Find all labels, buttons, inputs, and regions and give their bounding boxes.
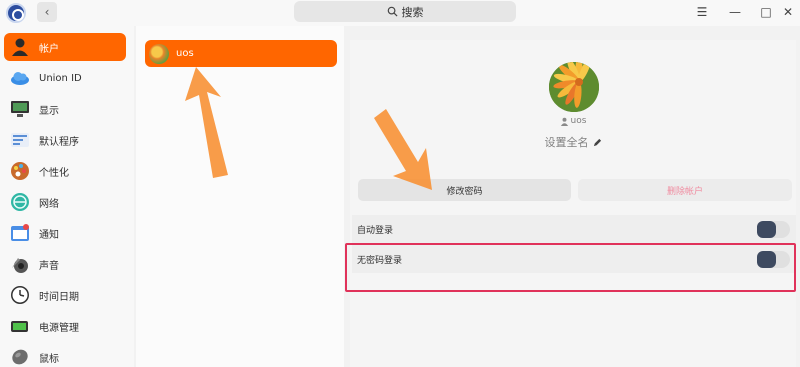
search-icon [387,6,398,17]
change-password-button[interactable]: 修改密码 [358,179,571,201]
sidebar-item-label: 显示 [39,105,59,117]
username-display: uos [350,116,796,126]
toggle-knob [757,220,776,238]
back-button[interactable]: ‹ [37,2,57,22]
title-bar: ‹ 搜索 ☰ — □ ✕ [0,0,800,26]
sidebar-item-label: 声音 [39,260,59,272]
auto-login-label: 自动登录 [357,225,394,236]
sidebar-item-label: 电源管理 [39,322,79,334]
account-icon [10,37,30,57]
user-list-item[interactable]: uos [145,40,337,67]
sidebar-item-account[interactable]: 帐户 [4,33,126,61]
sidebar-item-display[interactable]: 显示 [4,95,126,123]
default-apps-icon [10,130,30,150]
battery-icon [10,316,30,336]
avatar[interactable] [549,62,599,112]
auto-login-row: 自动登录 [352,215,796,243]
sidebar-item-label: Union ID [39,72,82,84]
account-detail-panel: uos 设置全名 修改密码 删除帐户 自动登录 无密码登录 [350,40,796,367]
sidebar-item-label: 默认程序 [39,136,79,148]
highlight-annotation [345,243,796,292]
sidebar-item-label: 鼠标 [39,353,59,365]
palette-icon [10,161,30,181]
clock-icon [10,285,30,305]
sidebar-item-label: 帐户 [39,43,59,55]
sidebar-item-notification[interactable]: 通知 [4,219,126,247]
user-name-label: uos [176,48,194,59]
sidebar-item-default-apps[interactable]: 默认程序 [4,126,126,154]
sidebar-item-datetime[interactable]: 时间日期 [4,281,126,309]
monitor-icon [10,99,30,119]
sidebar-item-mouse[interactable]: 鼠标 [4,343,126,367]
sidebar-item-label: 网络 [39,198,59,210]
username-label: uos [570,116,587,126]
user-list-panel: uos [136,26,344,367]
notification-icon [10,223,30,243]
delete-account-button[interactable]: 删除帐户 [578,179,792,201]
menu-button[interactable]: ☰ [692,2,712,22]
cloud-icon [10,68,30,88]
search-placeholder: 搜索 [401,5,424,19]
sidebar-item-personalization[interactable]: 个性化 [4,157,126,185]
avatar [149,43,169,64]
minimize-icon: — [729,5,741,19]
menu-icon: ☰ [696,5,708,19]
network-icon [10,192,30,212]
close-button[interactable]: ✕ [778,2,798,22]
close-icon: ✕ [782,5,794,19]
minimize-button[interactable]: — [725,2,745,22]
sidebar-item-power[interactable]: 电源管理 [4,312,126,340]
sidebar-item-label: 通知 [39,229,59,241]
chevron-left-icon: ‹ [44,5,50,19]
speaker-icon [10,254,30,274]
search-input[interactable]: 搜索 [294,1,516,22]
sidebar-item-sound[interactable]: 声音 [4,250,126,278]
sidebar-item-network[interactable]: 网络 [4,188,126,216]
auto-login-toggle[interactable] [757,220,790,238]
sidebar-item-label: 个性化 [39,167,69,179]
pencil-icon[interactable] [593,138,602,147]
sidebar-item-label: 时间日期 [39,291,79,303]
maximize-icon: □ [760,5,772,19]
maximize-button[interactable]: □ [756,2,776,22]
mouse-icon [10,347,30,367]
sidebar: 帐户 Union ID 显示 默认程序 个性化 网络 通知 声音 时间日期 电源… [0,26,134,367]
user-icon [560,117,568,126]
app-logo-icon [6,3,26,23]
fullname-placeholder: 设置全名 [544,136,589,149]
sidebar-item-union-id[interactable]: Union ID [4,64,126,92]
fullname-editor[interactable]: 设置全名 [350,134,796,150]
